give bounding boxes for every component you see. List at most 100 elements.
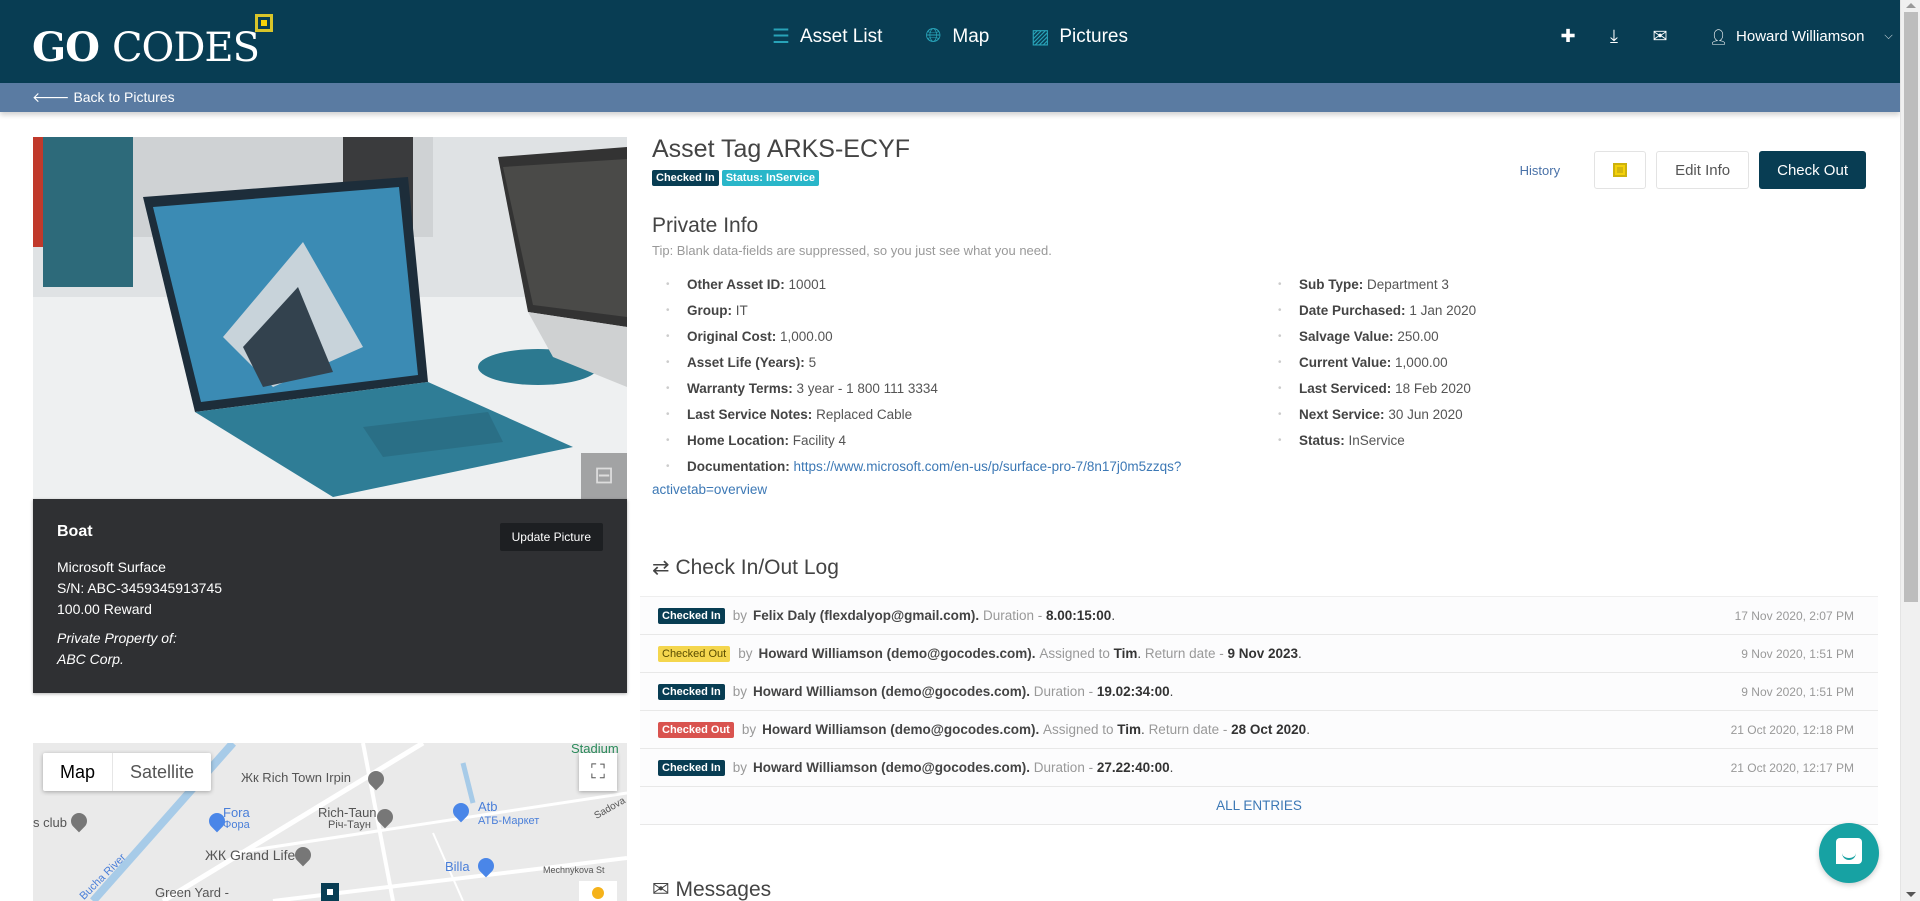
field-home-location: Home Location: Facility 4 [652, 428, 1252, 454]
nav-pictures[interactable]: ▨ Pictures [1029, 24, 1128, 49]
all-entries-link[interactable]: ALL ENTRIES [640, 787, 1878, 825]
globe-icon: 🌐︎ [925, 25, 942, 47]
support-chat-icon[interactable] [1819, 823, 1879, 883]
check-out-button[interactable]: Check Out [1759, 151, 1866, 189]
checked-out-badge: Checked Out [658, 645, 731, 662]
log-entry: Checked In by Howard Williamson (demo@go… [640, 749, 1878, 787]
back-label: Back to Pictures [73, 89, 175, 105]
logo-light-text: CODES [111, 25, 260, 71]
log-timestamp: 9 Nov 2020, 1:51 PM [1741, 684, 1854, 699]
log-user: Felix Daly (flexdalyop@gmail.com). [752, 608, 980, 623]
log-user: Howard Williamson (demo@gocodes.com). [752, 760, 1031, 775]
asset-title: Asset Tag ARKS-ECYF [652, 135, 910, 163]
user-menu[interactable]: 👤︎ Howard Williamson ⌵ [1709, 28, 1893, 46]
map-poi-label: s club [33, 815, 67, 830]
check-in-out-log: Checked In by Felix Daly (flexdalyop@gma… [640, 596, 1878, 825]
asset-actions: History Edit Info Check Out [1520, 151, 1866, 189]
envelope-icon: ✉ [652, 878, 670, 901]
mail-icon[interactable]: ✉ [1637, 26, 1683, 47]
by-label: by [732, 684, 747, 699]
log-value: 19.02:34:00 [1096, 684, 1170, 699]
documentation-link-continued[interactable]: activetab=overview [652, 480, 1252, 500]
nav-map[interactable]: 🌐︎ Map [922, 24, 989, 49]
checked-out-overdue-badge: Checked Out [658, 721, 734, 738]
log-key: Duration - [1033, 760, 1094, 775]
add-icon[interactable]: ✚ [1545, 26, 1591, 47]
fullscreen-icon[interactable]: ⛶ [579, 753, 617, 791]
property-owner-name: ABC Corp. [57, 651, 124, 667]
download-icon[interactable]: ⤓ [1591, 26, 1637, 47]
asset-reward: 100.00 Reward [57, 601, 152, 617]
logo-square-icon [255, 14, 274, 32]
scroll-down-arrow-icon[interactable] [1906, 892, 1916, 897]
location-map[interactable]: Map Satellite ⛶ Жк Rich Town Irpin Fora … [33, 743, 627, 901]
map-poi-label: АТБ-Маркет [478, 815, 540, 827]
log-value: 8.00:15:00 [1046, 608, 1112, 623]
page-scrollbar[interactable] [1900, 0, 1920, 901]
private-info-left-list: Other Asset ID: 10001 Group: IT Original… [652, 272, 1252, 500]
update-picture-button[interactable]: Update Picture [499, 523, 603, 551]
checked-in-badge: Checked In [658, 607, 725, 624]
logo-bold-text: GO [32, 24, 100, 71]
nav-pictures-label: Pictures [1059, 25, 1128, 47]
log-value: 27.22:40:00 [1096, 760, 1170, 775]
field-other-asset-id: Other Asset ID: 10001 [652, 272, 1252, 298]
private-info-title: Private Info [652, 214, 759, 237]
messages-title: ✉ Messages [652, 877, 771, 901]
scroll-thumb[interactable] [1904, 12, 1918, 602]
gocodes-tag-icon [1613, 163, 1628, 177]
field-current-value: Current Value: 1,000.00 [1264, 350, 1764, 376]
log-value: Tim [1113, 646, 1138, 661]
field-asset-life: Asset Life (Years): 5 [652, 350, 1252, 376]
map-poi-label: Stadium [571, 743, 619, 756]
map-poi-label: Billa [445, 859, 470, 874]
street-view-pegman-icon[interactable] [579, 881, 617, 901]
messages-title-text: Messages [675, 878, 772, 901]
log-entry: Checked Out by Howard Williamson (demo@g… [640, 711, 1878, 749]
back-to-pictures-link[interactable]: 🡐 Back to Pictures [32, 89, 175, 106]
map-poi-label: Atb [478, 799, 498, 814]
field-date-purchased: Date Purchased: 1 Jan 2020 [1264, 298, 1764, 324]
log-timestamp: 21 Oct 2020, 12:18 PM [1730, 722, 1854, 737]
log-user: Howard Williamson (demo@gocodes.com). [762, 722, 1040, 737]
nav-asset-list[interactable]: ☰ Asset List [770, 24, 882, 49]
exchange-arrows-icon: ⇄ [652, 556, 670, 579]
field-status: Status: InService [1264, 428, 1764, 454]
field-next-service: Next Service: 30 Jun 2020 [1264, 402, 1764, 428]
by-label: by [732, 760, 747, 775]
map-type-toggle: Map Satellite [43, 753, 212, 791]
log-entry: Checked In by Howard Williamson (demo@go… [640, 673, 1878, 711]
map-tab[interactable]: Map [43, 753, 112, 791]
log-user: Howard Williamson (demo@gocodes.com). [752, 684, 1031, 699]
documentation-link[interactable]: https://www.microsoft.com/en-us/p/surfac… [794, 459, 1182, 474]
arrow-left-icon: 🡐 [32, 89, 70, 105]
gocodes-logo[interactable]: GO CODES [32, 14, 274, 71]
checked-in-badge: Checked In [658, 683, 725, 700]
asset-location-marker[interactable] [321, 883, 339, 901]
by-label: by [732, 608, 747, 623]
log-timestamp: 9 Nov 2020, 1:51 PM [1741, 646, 1854, 661]
log-timestamp: 17 Nov 2020, 2:07 PM [1734, 608, 1854, 623]
field-last-service-notes: Last Service Notes: Replaced Cable [652, 402, 1252, 428]
log-key: Return date - [1144, 646, 1224, 661]
history-link[interactable]: History [1520, 163, 1560, 178]
status-badge: Status: InService [721, 170, 819, 186]
satellite-tab[interactable]: Satellite [112, 753, 211, 791]
log-timestamp: 21 Oct 2020, 12:17 PM [1730, 760, 1854, 775]
edit-info-button[interactable]: Edit Info [1656, 151, 1750, 189]
log-value: Tim [1117, 722, 1142, 737]
field-salvage-value: Salvage Value: 250.00 [1264, 324, 1764, 350]
log-key: Assigned to [1039, 646, 1110, 661]
engadget-watermark-icon: ⊟ [581, 453, 627, 499]
list-icon: ☰ [772, 26, 790, 48]
print-label-button[interactable] [1594, 151, 1647, 189]
log-title-text: Check In/Out Log [675, 556, 839, 579]
scroll-up-arrow-icon[interactable] [1906, 3, 1916, 8]
private-info-right-list: Sub Type: Department 3 Date Purchased: 1… [1264, 272, 1764, 454]
field-warranty-terms: Warranty Terms: 3 year - 1 800 111 3334 [652, 376, 1252, 402]
nav-asset-list-label: Asset List [800, 25, 883, 47]
field-group: Group: IT [652, 298, 1252, 324]
field-last-serviced: Last Serviced: 18 Feb 2020 [1264, 376, 1764, 402]
map-street-label: Mechnykova St [543, 865, 605, 875]
map-poi-label: Fora [223, 805, 250, 820]
